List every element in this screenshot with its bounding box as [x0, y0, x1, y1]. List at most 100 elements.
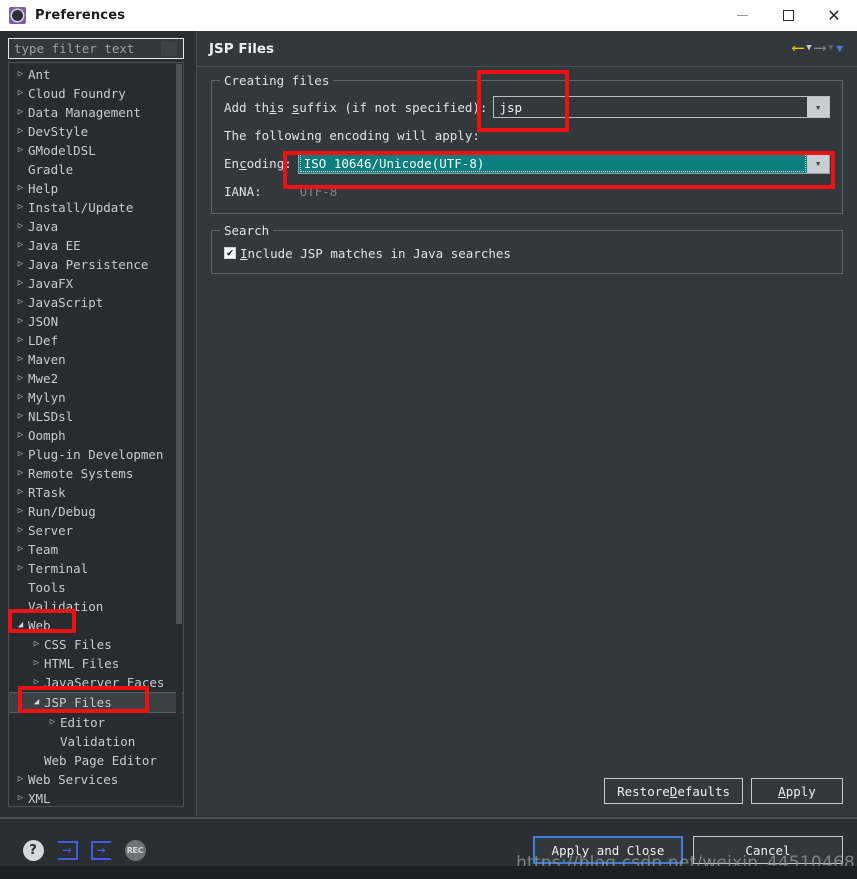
view-menu-chevron-down-icon[interactable]: ▼: [836, 43, 843, 54]
chevron-right-icon[interactable]: ▷: [13, 336, 28, 345]
tree-item-css-files[interactable]: ▷ CSS Files: [9, 635, 183, 654]
chevron-right-icon[interactable]: ▷: [13, 317, 28, 326]
chevron-down-icon[interactable]: ◢: [29, 698, 44, 707]
chevron-right-icon[interactable]: ▷: [13, 393, 28, 402]
tree-item-javaserver-faces[interactable]: ▷ JavaServer Faces: [9, 673, 183, 692]
chevron-right-icon[interactable]: ▷: [29, 678, 44, 687]
restore-defaults-button[interactable]: Restore Defaults: [604, 778, 743, 804]
tree-item-gradle[interactable]: Gradle: [9, 160, 183, 179]
encoding-value[interactable]: ISO 10646/Unicode(UTF-8): [298, 153, 807, 173]
chevron-down-icon[interactable]: ◢: [13, 621, 28, 630]
tree-item-editor[interactable]: ▷ Editor: [9, 713, 183, 732]
apply-and-close-button[interactable]: Apply and Close: [533, 836, 683, 864]
tree-item-validation[interactable]: Validation: [9, 732, 183, 751]
suffix-value[interactable]: jsp: [494, 97, 807, 117]
chevron-right-icon[interactable]: ▷: [13, 241, 28, 250]
tree-item-install-update[interactable]: ▷ Install/Update: [9, 198, 183, 217]
tree-scrollbar-thumb[interactable]: [176, 64, 182, 624]
tree-item-help[interactable]: ▷ Help: [9, 179, 183, 198]
import-icon[interactable]: →: [56, 839, 78, 861]
chevron-right-icon[interactable]: ▷: [13, 108, 28, 117]
chevron-right-icon[interactable]: ▷: [13, 564, 28, 573]
tree-item-html-files[interactable]: ▷ HTML Files: [9, 654, 183, 673]
tree-item-plug-in-developmen[interactable]: ▷ Plug-in Developmen: [9, 445, 183, 464]
record-icon[interactable]: REC: [124, 839, 146, 861]
tree-item-ldef[interactable]: ▷ LDef: [9, 331, 183, 350]
preferences-tree[interactable]: ▷ Ant ▷ Cloud Foundry ▷ Data Management ▷ DevSt…: [8, 62, 184, 807]
tree-item-terminal[interactable]: ▷ Terminal: [9, 559, 183, 578]
tree-item-ant[interactable]: ▷ Ant: [9, 65, 183, 84]
chevron-right-icon[interactable]: ▷: [13, 279, 28, 288]
tree-item-validation[interactable]: Validation: [9, 597, 183, 616]
chevron-right-icon[interactable]: ▷: [13, 355, 28, 364]
tree-item-json[interactable]: ▷ JSON: [9, 312, 183, 331]
chevron-right-icon[interactable]: ▷: [13, 545, 28, 554]
chevron-right-icon[interactable]: ▷: [13, 260, 28, 269]
chevron-right-icon[interactable]: ▷: [13, 412, 28, 421]
chevron-right-icon[interactable]: ▷: [13, 794, 28, 803]
tree-item-mylyn[interactable]: ▷ Mylyn: [9, 388, 183, 407]
tree-item-server[interactable]: ▷ Server: [9, 521, 183, 540]
chevron-right-icon[interactable]: ▷: [13, 70, 28, 79]
chevron-right-icon[interactable]: ▷: [13, 507, 28, 516]
tree-item-xml[interactable]: ▷ XML: [9, 789, 183, 806]
maximize-button[interactable]: [765, 0, 811, 31]
tree-item-mwe2[interactable]: ▷ Mwe2: [9, 369, 183, 388]
chevron-right-icon[interactable]: ▷: [13, 775, 28, 784]
chevron-right-icon[interactable]: ▷: [13, 222, 28, 231]
tree-vertical-scrollbar[interactable]: [176, 64, 182, 806]
tree-item-tools[interactable]: Tools: [9, 578, 183, 597]
chevron-right-icon[interactable]: ▷: [13, 298, 28, 307]
pane-divider[interactable]: [192, 31, 195, 816]
tree-item-nlsdsl[interactable]: ▷ NLSDsl: [9, 407, 183, 426]
chevron-right-icon[interactable]: ▷: [13, 526, 28, 535]
tree-item-team[interactable]: ▷ Team: [9, 540, 183, 559]
chevron-right-icon[interactable]: ▷: [13, 431, 28, 440]
tree-item-oomph[interactable]: ▷ Oomph: [9, 426, 183, 445]
tree-item-javascript[interactable]: ▷ JavaScript: [9, 293, 183, 312]
minimize-button[interactable]: [719, 0, 765, 31]
include-jsp-matches-row[interactable]: ✔ Include JSP matches in Java searches: [224, 243, 830, 263]
back-chevron-down-icon[interactable]: ▼: [806, 44, 811, 53]
chevron-right-icon[interactable]: ▷: [29, 659, 44, 668]
suffix-combobox[interactable]: jsp ▾: [493, 96, 830, 118]
chevron-right-icon[interactable]: ▷: [13, 184, 28, 193]
encoding-combobox[interactable]: ISO 10646/Unicode(UTF-8) ▾: [297, 152, 830, 174]
export-icon[interactable]: →: [90, 839, 112, 861]
tree-item-devstyle[interactable]: ▷ DevStyle: [9, 122, 183, 141]
tree-item-maven[interactable]: ▷ Maven: [9, 350, 183, 369]
tree-item-java-persistence[interactable]: ▷ Java Persistence: [9, 255, 183, 274]
encoding-chevron-down-icon[interactable]: ▾: [807, 153, 829, 173]
chevron-right-icon[interactable]: ▷: [13, 203, 28, 212]
filter-input[interactable]: type filter text: [8, 38, 184, 59]
tree-item-web-services[interactable]: ▷ Web Services: [9, 770, 183, 789]
tree-item-run-debug[interactable]: ▷ Run/Debug: [9, 502, 183, 521]
forward-arrow-icon[interactable]: ⟶: [815, 40, 825, 57]
tree-item-javafx[interactable]: ▷ JavaFX: [9, 274, 183, 293]
tree-item-gmodeldsl[interactable]: ▷ GModelDSL: [9, 141, 183, 160]
chevron-right-icon[interactable]: ▷: [13, 469, 28, 478]
chevron-right-icon[interactable]: ▷: [45, 718, 60, 727]
include-jsp-matches-checkbox[interactable]: ✔: [224, 247, 236, 259]
chevron-right-icon[interactable]: ▷: [13, 89, 28, 98]
chevron-right-icon[interactable]: ▷: [13, 450, 28, 459]
back-arrow-icon[interactable]: ⟵: [793, 40, 803, 57]
chevron-right-icon[interactable]: ▷: [13, 488, 28, 497]
tree-item-remote-systems[interactable]: ▷ Remote Systems: [9, 464, 183, 483]
chevron-right-icon[interactable]: ▷: [13, 146, 28, 155]
forward-chevron-down-icon[interactable]: ▼: [828, 44, 833, 53]
help-icon[interactable]: ?: [22, 839, 44, 861]
chevron-right-icon[interactable]: ▷: [13, 127, 28, 136]
tree-item-jsp-files[interactable]: ◢ JSP Files: [9, 692, 183, 713]
close-button[interactable]: ✕: [811, 0, 857, 31]
chevron-right-icon[interactable]: ▷: [29, 640, 44, 649]
tree-item-java-ee[interactable]: ▷ Java EE: [9, 236, 183, 255]
tree-item-web-page-editor[interactable]: Web Page Editor: [9, 751, 183, 770]
tree-item-web[interactable]: ◢ Web: [9, 616, 183, 635]
cancel-button[interactable]: Cancel: [693, 836, 843, 864]
tree-item-data-management[interactable]: ▷ Data Management: [9, 103, 183, 122]
apply-button[interactable]: Apply: [751, 778, 843, 804]
tree-item-cloud-foundry[interactable]: ▷ Cloud Foundry: [9, 84, 183, 103]
chevron-right-icon[interactable]: ▷: [13, 374, 28, 383]
suffix-chevron-down-icon[interactable]: ▾: [807, 97, 829, 117]
